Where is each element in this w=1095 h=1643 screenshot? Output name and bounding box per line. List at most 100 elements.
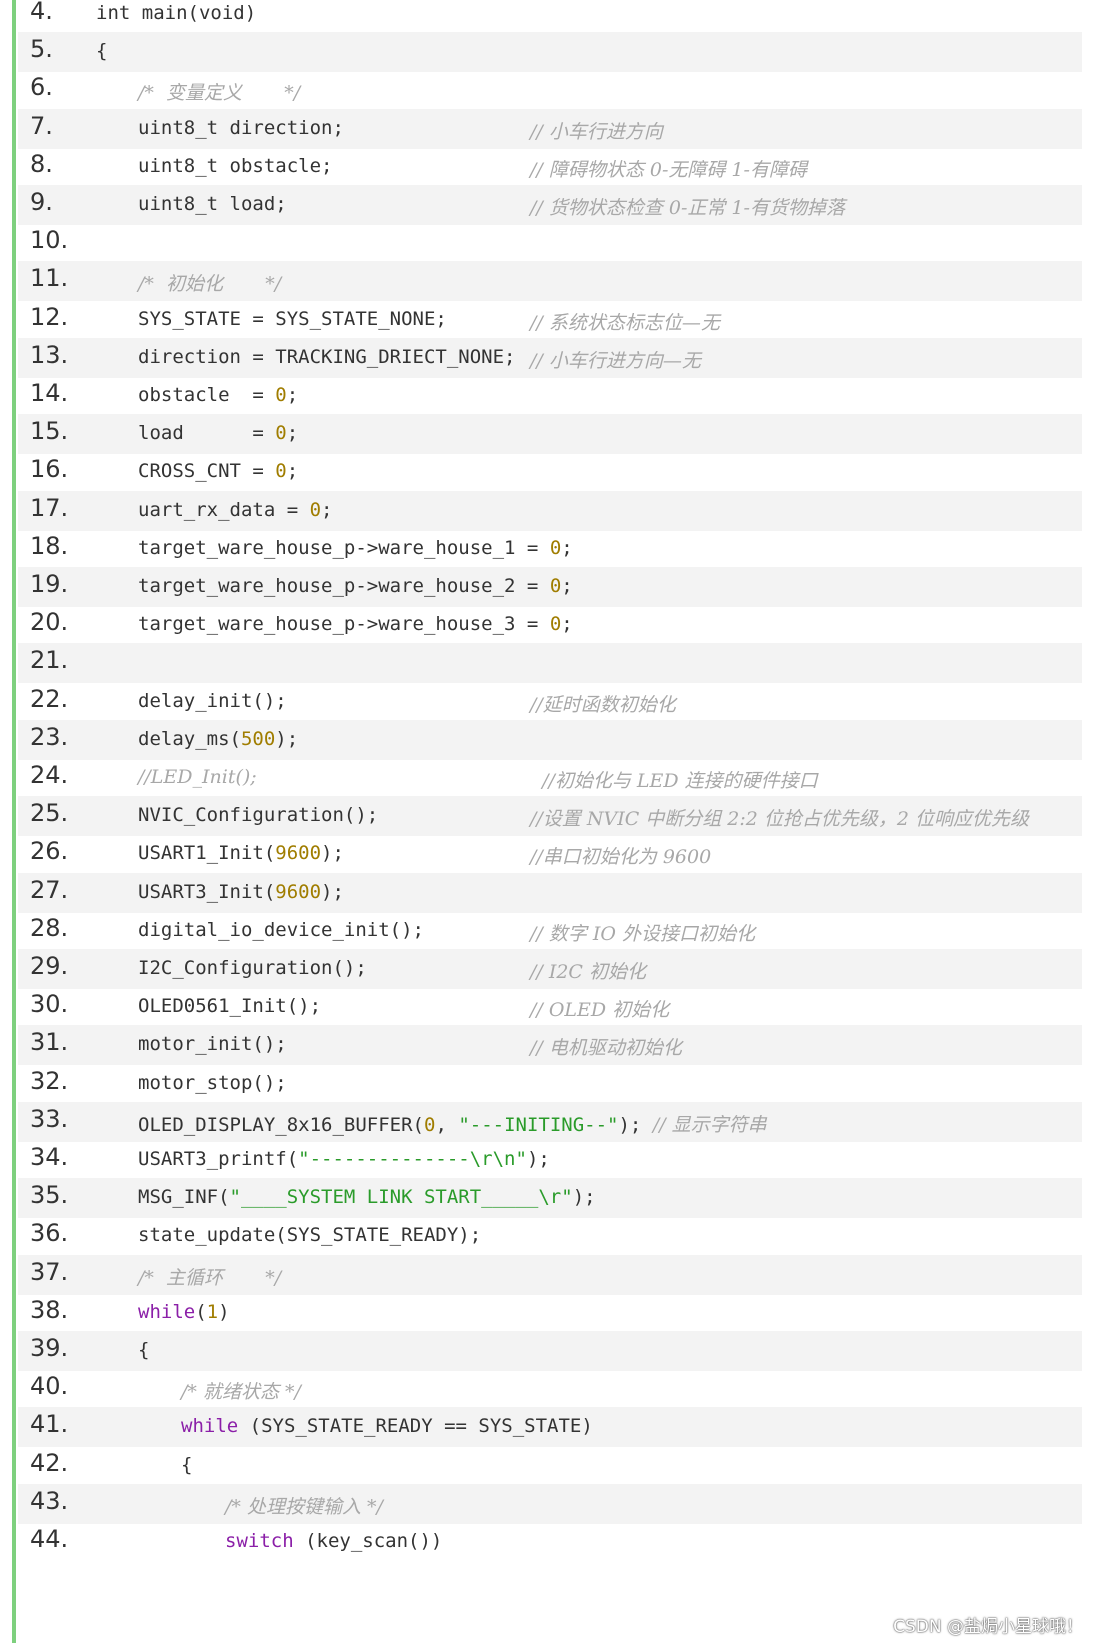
- code-text: /* 就绪状态 */: [181, 1377, 301, 1404]
- code-token-num: 0: [423, 1113, 436, 1136]
- code-text: uint8_t load;: [138, 193, 287, 215]
- code-comment: // 小车行进方向—无: [530, 349, 701, 372]
- line-number: 14.: [30, 379, 69, 407]
- line-number: 5.: [30, 35, 53, 64]
- code-token-code: );: [275, 727, 299, 750]
- code-text: state_update(SYS_STATE_READY);: [138, 1224, 481, 1246]
- code-text: digital_io_device_init();: [138, 919, 424, 941]
- code-token-code: USART3_Init(: [138, 880, 276, 903]
- code-token-str: "--------------\r\n": [298, 1148, 527, 1170]
- line-number: 25.: [30, 799, 69, 828]
- code-token-code: );: [321, 842, 344, 865]
- code-comment: // 电机驱动初始化: [530, 1037, 682, 1060]
- line-number: 22.: [30, 684, 69, 713]
- code-token-num: 9600: [275, 880, 322, 903]
- code-text: {: [181, 1454, 192, 1476]
- code-line: 40. /* 就绪状态 */: [18, 1369, 1082, 1409]
- code-text: uart_rx_data = 0;: [138, 499, 333, 521]
- code-comment: /* 变量定义 */: [138, 82, 301, 105]
- code-token-code: digital_io_device_init();: [138, 918, 424, 941]
- line-number: 41.: [30, 1410, 69, 1439]
- code-line: 33. OLED_DISPLAY_8x16_BUFFER(0, "---INITI…: [18, 1101, 1082, 1142]
- line-number: 39.: [30, 1334, 69, 1362]
- code-line: 18. target_ware_house_p->ware_house_1 = 0…: [18, 529, 1082, 569]
- line-number: 11.: [30, 264, 69, 293]
- code-text: /* 初始化 */: [138, 269, 281, 296]
- code-token-code: USART3_printf(: [138, 1148, 299, 1170]
- code-token-code: ;: [561, 536, 573, 559]
- code-token-num: 0: [309, 498, 322, 521]
- code-text: motor_init();: [138, 1033, 287, 1055]
- code-text: SYS_STATE = SYS_STATE_NONE;: [138, 308, 447, 330]
- code-token-kw: while: [181, 1415, 239, 1438]
- code-line: 44. switch (key_scan()): [18, 1522, 1082, 1562]
- line-number: 28.: [30, 913, 69, 942]
- code-token-num: 0: [549, 613, 562, 636]
- code-line: 23. delay_ms(500);: [18, 719, 1082, 760]
- code-line: 30. OLED0561_Init(); // OLED 初始化: [18, 987, 1082, 1027]
- code-token-code: ;: [561, 575, 573, 597]
- line-number: 30.: [30, 990, 69, 1019]
- line-number: 29.: [30, 952, 69, 980]
- line-number: 13.: [30, 340, 69, 369]
- code-token-code: load =: [138, 422, 276, 445]
- code-token-code: );: [526, 1148, 550, 1170]
- code-comment: //延时函数初始化: [530, 693, 676, 716]
- code-token-code: USART1_Init(: [138, 842, 276, 865]
- code-token-code: SYS_STATE = SYS_STATE_NONE;: [138, 307, 447, 330]
- code-comment: //LED_Init();: [138, 766, 257, 788]
- code-comment: // OLED 初始化: [530, 999, 670, 1022]
- code-token-code: delay_init();: [138, 689, 287, 712]
- code-text: motor_stop();: [138, 1072, 287, 1094]
- line-number: 24.: [30, 761, 69, 789]
- code-line: 22. delay_init(); //延时函数初始化: [18, 682, 1082, 722]
- code-token-code: uint8_t obstacle;: [138, 154, 333, 177]
- code-line: 36. state_update(SYS_STATE_READY);: [18, 1216, 1082, 1256]
- code-token-code: target_ware_house_p->ware_house_2 =: [138, 575, 550, 597]
- code-token-code: {: [181, 1453, 193, 1476]
- code-line: 28. digital_io_device_init(); // 数字 IO 外设接…: [18, 911, 1082, 951]
- code-token-code: target_ware_house_p->ware_house_3 =: [138, 613, 550, 636]
- code-text: while (SYS_STATE_READY == SYS_STATE): [181, 1415, 593, 1437]
- line-number: 10.: [30, 226, 69, 255]
- code-comment: // 货物状态检查 0-正常 1-有货物掉落: [530, 197, 845, 219]
- code-token-code: direction = TRACKING_DRIECT_NONE;: [138, 345, 516, 368]
- line-number: 43.: [30, 1486, 69, 1515]
- line-number: 44.: [30, 1525, 69, 1553]
- line-number: 34.: [30, 1143, 69, 1171]
- code-comment: //初始化与 LED 连接的硬件接口: [530, 770, 818, 792]
- code-token-code: NVIC_Configuration();: [138, 804, 379, 827]
- code-token-code: );: [321, 880, 344, 903]
- code-text: OLED_DISPLAY_8x16_BUFFER(0, "---INITING-…: [138, 1110, 767, 1137]
- code-text: //LED_Init();: [138, 766, 257, 788]
- code-line: 16. CROSS_CNT = 0;: [18, 452, 1082, 492]
- code-line: 15. load = 0;: [18, 414, 1082, 455]
- code-token-code: MSG_INF(: [138, 1186, 230, 1209]
- line-number: 38.: [30, 1295, 69, 1324]
- code-text: I2C_Configuration();: [138, 957, 367, 979]
- code-line: 5. {: [18, 32, 1082, 73]
- line-number: 20.: [30, 608, 69, 637]
- line-number: 33.: [30, 1104, 69, 1133]
- code-text: CROSS_CNT = 0;: [138, 460, 298, 482]
- code-line: 42. {: [18, 1446, 1082, 1486]
- code-token-code: ;: [286, 460, 299, 483]
- code-token-code: motor_init();: [138, 1033, 287, 1056]
- code-line: 7. uint8_t direction; // 小车行进方向: [18, 108, 1082, 149]
- code-comment: // I2C 初始化: [530, 961, 647, 983]
- code-token-num: 9600: [275, 842, 322, 865]
- code-line: 19. target_ware_house_p->ware_house_2 = 0…: [18, 567, 1082, 607]
- code-line: 4. int main(void): [18, 0, 1082, 34]
- code-line: 26. USART1_Init(9600); //串口初始化为 9600: [18, 834, 1082, 874]
- code-token-kw: switch: [225, 1530, 294, 1552]
- code-text: delay_ms(500);: [138, 728, 298, 750]
- code-line: 8. uint8_t obstacle; // 障碍物状态 0-无障碍 1-有障碍: [18, 147, 1082, 187]
- code-text: target_ware_house_p->ware_house_2 = 0;: [138, 575, 573, 597]
- code-token-code: OLED_DISPLAY_8x16_BUFFER(: [138, 1113, 424, 1136]
- line-number: 40.: [30, 1372, 69, 1401]
- code-line: 6. /* 变量定义 */: [18, 70, 1082, 110]
- code-comment: /* 主循环 */: [138, 1266, 282, 1289]
- code-line: 14. obstacle = 0;: [18, 376, 1082, 416]
- code-text: USART1_Init(9600);: [138, 842, 344, 864]
- code-text: uint8_t direction;: [138, 117, 344, 139]
